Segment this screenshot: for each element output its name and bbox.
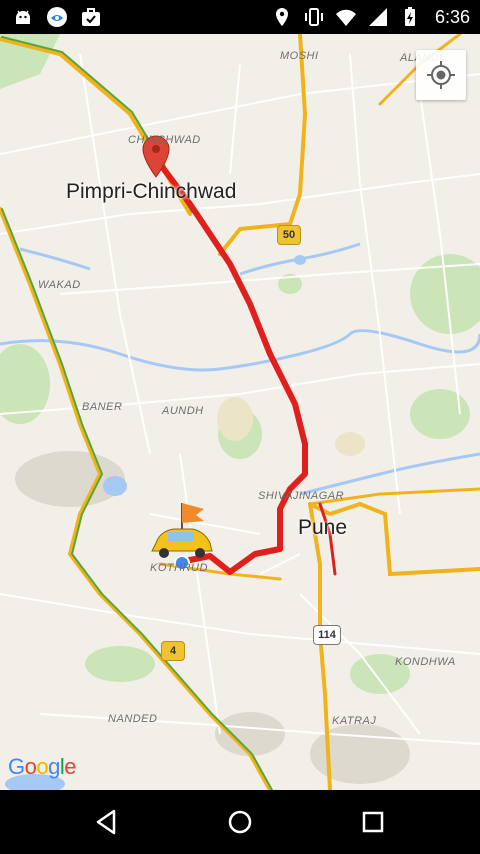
- android-icon: [16, 10, 30, 24]
- signal-icon: [368, 8, 387, 26]
- battery-icon: [404, 7, 415, 26]
- area-label-moshi: MOSHI: [280, 50, 319, 62]
- clock: 6:36: [434, 7, 470, 27]
- map-view[interactable]: Pimpri-Chinchwad Pune MOSHI ALANDI CHINC…: [0, 34, 480, 790]
- back-button[interactable]: [76, 802, 136, 842]
- browser-icon: [47, 7, 67, 27]
- area-label-wakad: WAKAD: [38, 279, 81, 291]
- recents-icon: [362, 811, 384, 833]
- google-logo: Google: [8, 754, 77, 780]
- highway-shield-50: 50: [277, 225, 301, 245]
- wifi-icon: [335, 9, 356, 26]
- highway-shield-4: 4: [161, 641, 185, 661]
- map-canvas[interactable]: [0, 34, 480, 790]
- city-label-pimpri-chinchwad: Pimpri-Chinchwad: [66, 180, 237, 203]
- vibrate-icon: [304, 8, 323, 26]
- status-bar: 6:36: [0, 0, 480, 34]
- google-logo-text: Google: [8, 754, 77, 779]
- my-location-button[interactable]: [416, 50, 466, 100]
- navigation-bar: [0, 790, 480, 854]
- area-label-shivajinagar: SHIVAJINAGAR: [258, 490, 345, 502]
- location-icon: [275, 8, 288, 26]
- briefcase-icon: [82, 8, 100, 26]
- back-icon: [96, 809, 116, 835]
- crosshair-icon: [427, 61, 455, 89]
- recents-button[interactable]: [343, 802, 403, 842]
- area-label-nanded: NANDED: [108, 713, 158, 725]
- area-label-chinchwad: CHINCHWAD: [128, 134, 201, 146]
- area-label-katraj: KATRAJ: [332, 715, 377, 727]
- parks: [0, 34, 480, 694]
- home-icon: [228, 810, 252, 834]
- home-button[interactable]: [210, 802, 270, 842]
- city-label-pune: Pune: [298, 516, 348, 539]
- highway-shield-114: 114: [313, 625, 341, 645]
- area-label-aundh: AUNDH: [162, 405, 204, 417]
- area-label-kondhwa: KONDHWA: [395, 656, 456, 668]
- area-label-baner: BANER: [82, 401, 123, 413]
- area-label-kothrud: KOTHRUD: [150, 562, 208, 574]
